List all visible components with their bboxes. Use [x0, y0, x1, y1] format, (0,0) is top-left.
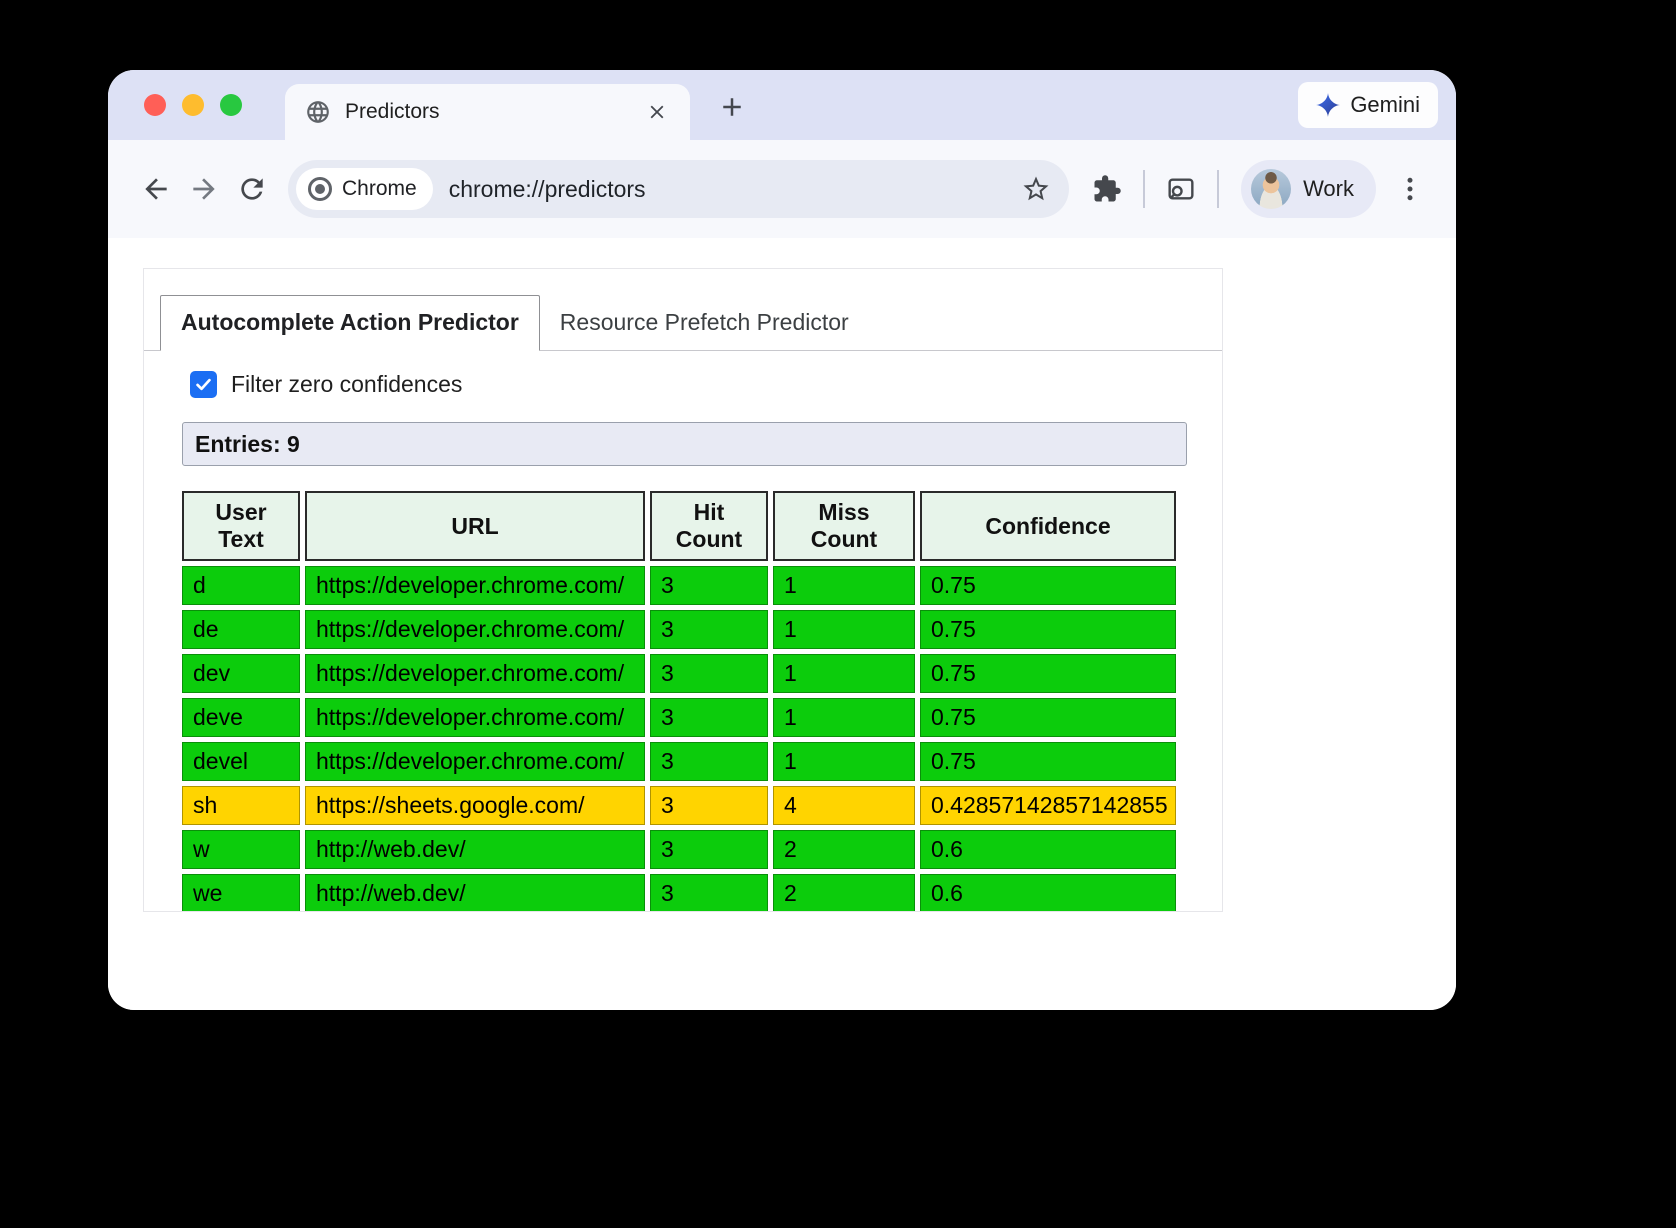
- chrome-logo-icon: [308, 177, 332, 201]
- cell-url: https://developer.chrome.com/: [305, 698, 645, 737]
- gemini-label: Gemini: [1350, 92, 1420, 118]
- cell-hit: 3: [650, 874, 768, 912]
- cell-hit: 3: [650, 742, 768, 781]
- cell-hit: 3: [650, 610, 768, 649]
- back-button[interactable]: [132, 165, 180, 213]
- entries-count-bar: Entries: 9: [182, 422, 1187, 466]
- cell-url: https://sheets.google.com/: [305, 786, 645, 825]
- cell-miss: 2: [773, 830, 915, 869]
- table-row: devehttps://developer.chrome.com/310.75: [182, 698, 1176, 737]
- cell-confidence: 0.75: [920, 654, 1176, 693]
- header-hit-count: Hit Count: [650, 491, 768, 561]
- predictor-tab-strip: Autocomplete Action Predictor Resource P…: [144, 269, 1222, 351]
- new-tab-button[interactable]: [712, 87, 752, 127]
- filter-zero-confidences-checkbox[interactable]: [190, 371, 217, 398]
- cell-miss: 2: [773, 874, 915, 912]
- cell-hit: 3: [650, 786, 768, 825]
- cell-hit: 3: [650, 566, 768, 605]
- site-chip-label: Chrome: [342, 177, 417, 201]
- table-row: devhttps://developer.chrome.com/310.75: [182, 654, 1176, 693]
- chrome-site-chip[interactable]: Chrome: [296, 168, 433, 210]
- browser-tab-predictors[interactable]: Predictors: [285, 84, 690, 140]
- address-bar[interactable]: Chrome chrome://predictors: [288, 160, 1069, 218]
- cell-confidence: 0.6: [920, 874, 1176, 912]
- tab-strip: Predictors Gemini: [108, 70, 1456, 140]
- extensions-icon[interactable]: [1083, 165, 1131, 213]
- tab-search-icon[interactable]: [1157, 165, 1205, 213]
- cell-hit: 3: [650, 830, 768, 869]
- table-row: shhttps://sheets.google.com/340.42857142…: [182, 786, 1176, 825]
- cell-confidence: 0.6: [920, 830, 1176, 869]
- maximize-window-button[interactable]: [220, 94, 242, 116]
- header-miss-count: Miss Count: [773, 491, 915, 561]
- cell-confidence: 0.42857142857142855: [920, 786, 1176, 825]
- cell-miss: 1: [773, 610, 915, 649]
- cell-url: https://developer.chrome.com/: [305, 566, 645, 605]
- cell-url: http://web.dev/: [305, 830, 645, 869]
- predictor-table-body: dhttps://developer.chrome.com/310.75deht…: [182, 566, 1176, 912]
- reload-button[interactable]: [228, 165, 276, 213]
- table-row: dehttps://developer.chrome.com/310.75: [182, 610, 1176, 649]
- close-tab-icon[interactable]: [640, 95, 674, 129]
- forward-button[interactable]: [180, 165, 228, 213]
- cell-user_text: de: [182, 610, 300, 649]
- cell-confidence: 0.75: [920, 742, 1176, 781]
- bookmark-star-icon[interactable]: [1021, 174, 1051, 204]
- table-row: whttp://web.dev/320.6: [182, 830, 1176, 869]
- page-content: Autocomplete Action Predictor Resource P…: [108, 238, 1456, 1010]
- cell-miss: 1: [773, 742, 915, 781]
- cell-confidence: 0.75: [920, 698, 1176, 737]
- cell-user_text: sh: [182, 786, 300, 825]
- toolbar-divider: [1143, 170, 1145, 208]
- header-url: URL: [305, 491, 645, 561]
- cell-user_text: deve: [182, 698, 300, 737]
- table-row: wehttp://web.dev/320.6: [182, 874, 1176, 912]
- cell-user_text: dev: [182, 654, 300, 693]
- cell-miss: 4: [773, 786, 915, 825]
- browser-window: Predictors Gemini: [108, 70, 1456, 1010]
- cell-user_text: we: [182, 874, 300, 912]
- filter-checkbox-label: Filter zero confidences: [231, 371, 462, 398]
- cell-url: https://developer.chrome.com/: [305, 742, 645, 781]
- globe-icon: [305, 99, 331, 125]
- cell-confidence: 0.75: [920, 566, 1176, 605]
- cell-user_text: d: [182, 566, 300, 605]
- cell-miss: 1: [773, 566, 915, 605]
- cell-hit: 3: [650, 654, 768, 693]
- cell-hit: 3: [650, 698, 768, 737]
- predictors-panel: Autocomplete Action Predictor Resource P…: [143, 268, 1223, 912]
- avatar: [1251, 169, 1291, 209]
- header-user-text: User Text: [182, 491, 300, 561]
- table-row: develhttps://developer.chrome.com/310.75: [182, 742, 1176, 781]
- tab-autocomplete-action-predictor[interactable]: Autocomplete Action Predictor: [160, 295, 540, 351]
- cell-miss: 1: [773, 698, 915, 737]
- cell-confidence: 0.75: [920, 610, 1176, 649]
- url-text: chrome://predictors: [449, 176, 1021, 203]
- profile-chip[interactable]: Work: [1241, 160, 1376, 218]
- gemini-sparkle-icon: [1316, 93, 1340, 117]
- cell-url: http://web.dev/: [305, 874, 645, 912]
- cell-user_text: w: [182, 830, 300, 869]
- toolbar: Chrome chrome://predictors Work: [108, 140, 1456, 238]
- filter-row: Filter zero confidences: [190, 371, 1222, 398]
- cell-url: https://developer.chrome.com/: [305, 654, 645, 693]
- tab-resource-prefetch-predictor[interactable]: Resource Prefetch Predictor: [540, 296, 869, 350]
- tab-title: Predictors: [345, 100, 640, 124]
- header-confidence: Confidence: [920, 491, 1176, 561]
- close-window-button[interactable]: [144, 94, 166, 116]
- cell-miss: 1: [773, 654, 915, 693]
- cell-user_text: devel: [182, 742, 300, 781]
- predictor-table-head: User Text URL Hit Count Miss Count Confi…: [182, 491, 1176, 561]
- gemini-badge[interactable]: Gemini: [1298, 82, 1438, 128]
- predictor-table: User Text URL Hit Count Miss Count Confi…: [177, 486, 1181, 912]
- traffic-lights: [144, 94, 242, 116]
- minimize-window-button[interactable]: [182, 94, 204, 116]
- toolbar-divider: [1217, 170, 1219, 208]
- cell-url: https://developer.chrome.com/: [305, 610, 645, 649]
- menu-kebab-icon[interactable]: [1386, 165, 1434, 213]
- profile-name: Work: [1303, 176, 1354, 202]
- table-row: dhttps://developer.chrome.com/310.75: [182, 566, 1176, 605]
